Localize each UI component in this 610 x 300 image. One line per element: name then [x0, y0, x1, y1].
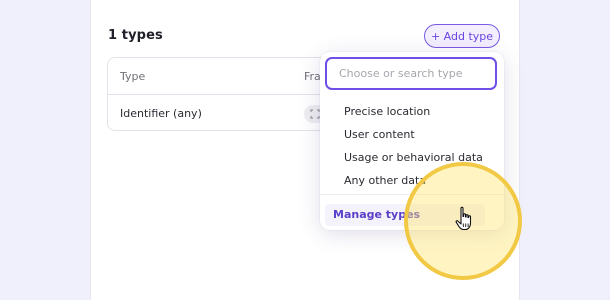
add-type-button[interactable]: + Add type [424, 24, 500, 48]
types-count-title: 1 types [108, 28, 163, 43]
option-precise-location[interactable]: Precise location [344, 105, 430, 118]
option-any-other-data[interactable]: Any other data [344, 174, 426, 187]
column-header-frameworks: Fra [304, 70, 321, 83]
hand-pointer-icon [455, 206, 472, 231]
column-header-type: Type [120, 70, 146, 83]
option-user-content[interactable]: User content [344, 128, 415, 141]
type-cell: Identifier (any) [120, 107, 202, 120]
scan-icon [310, 109, 320, 119]
type-search-input[interactable] [325, 57, 497, 90]
